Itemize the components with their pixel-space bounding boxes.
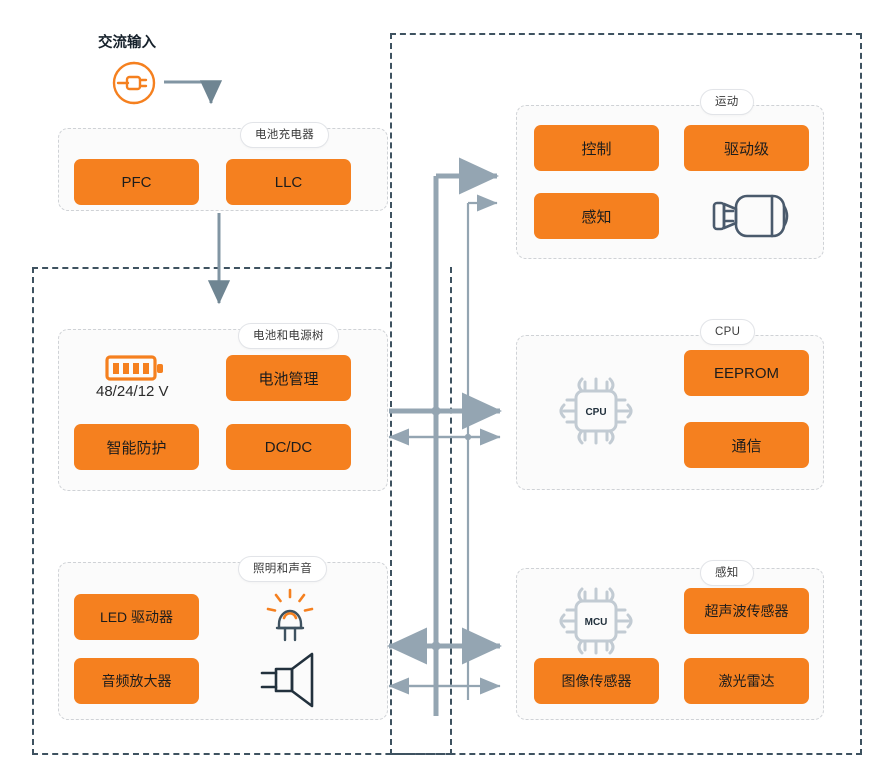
block-ultrasonic-sensor[interactable]: 超声波传感器 (684, 588, 809, 634)
boundary-join-mask-a (394, 271, 450, 751)
panel-title-sensing: 感知 (700, 560, 754, 586)
panel-title-lighting-sound: 照明和声音 (238, 556, 327, 582)
block-lidar[interactable]: 激光雷达 (684, 658, 809, 704)
block-audio-amplifier[interactable]: 音频放大器 (74, 658, 199, 704)
speaker-icon (258, 652, 324, 708)
block-image-sensor[interactable]: 图像传感器 (534, 658, 659, 704)
block-dcdc[interactable]: DC/DC (226, 424, 351, 470)
block-control[interactable]: 控制 (534, 125, 659, 171)
ac-input-label: 交流输入 (98, 35, 156, 51)
cpu-chip-text: CPU (585, 407, 606, 418)
panel-title-cpu: CPU (700, 319, 756, 345)
panel-title-battery-power-tree: 电池和电源树 (238, 323, 339, 349)
block-eeprom[interactable]: EEPROM (684, 350, 809, 396)
block-led-driver[interactable]: LED 驱动器 (74, 594, 199, 640)
block-drive-stage[interactable]: 驱动级 (684, 125, 809, 171)
block-llc[interactable]: LLC (226, 159, 351, 205)
panel-title-battery-charger: 电池充电器 (240, 122, 329, 148)
ac-plug-icon (104, 57, 162, 109)
battery-icon (105, 352, 167, 384)
battery-voltage-label: 48/24/12 V (96, 383, 169, 400)
mcu-chip-text: MCU (585, 617, 608, 628)
led-lamp-icon (262, 586, 320, 646)
cpu-chip-icon: CPU (556, 368, 636, 454)
boundary-join-mask-b (394, 263, 450, 273)
block-pfc[interactable]: PFC (74, 159, 199, 205)
block-communication[interactable]: 通信 (684, 422, 809, 468)
mcu-chip-icon: MCU (556, 578, 636, 664)
panel-title-motion: 运动 (700, 89, 754, 115)
diagram-canvas: 交流输入 电池充电器 PFC LLC 电池和电源树 48/24/12 V 电池管… (0, 0, 882, 777)
motor-icon (700, 190, 796, 242)
block-battery-management[interactable]: 电池管理 (226, 355, 351, 401)
block-smart-protection[interactable]: 智能防护 (74, 424, 199, 470)
connector-ac-to-charger (164, 80, 223, 105)
block-sense-motion[interactable]: 感知 (534, 193, 659, 239)
